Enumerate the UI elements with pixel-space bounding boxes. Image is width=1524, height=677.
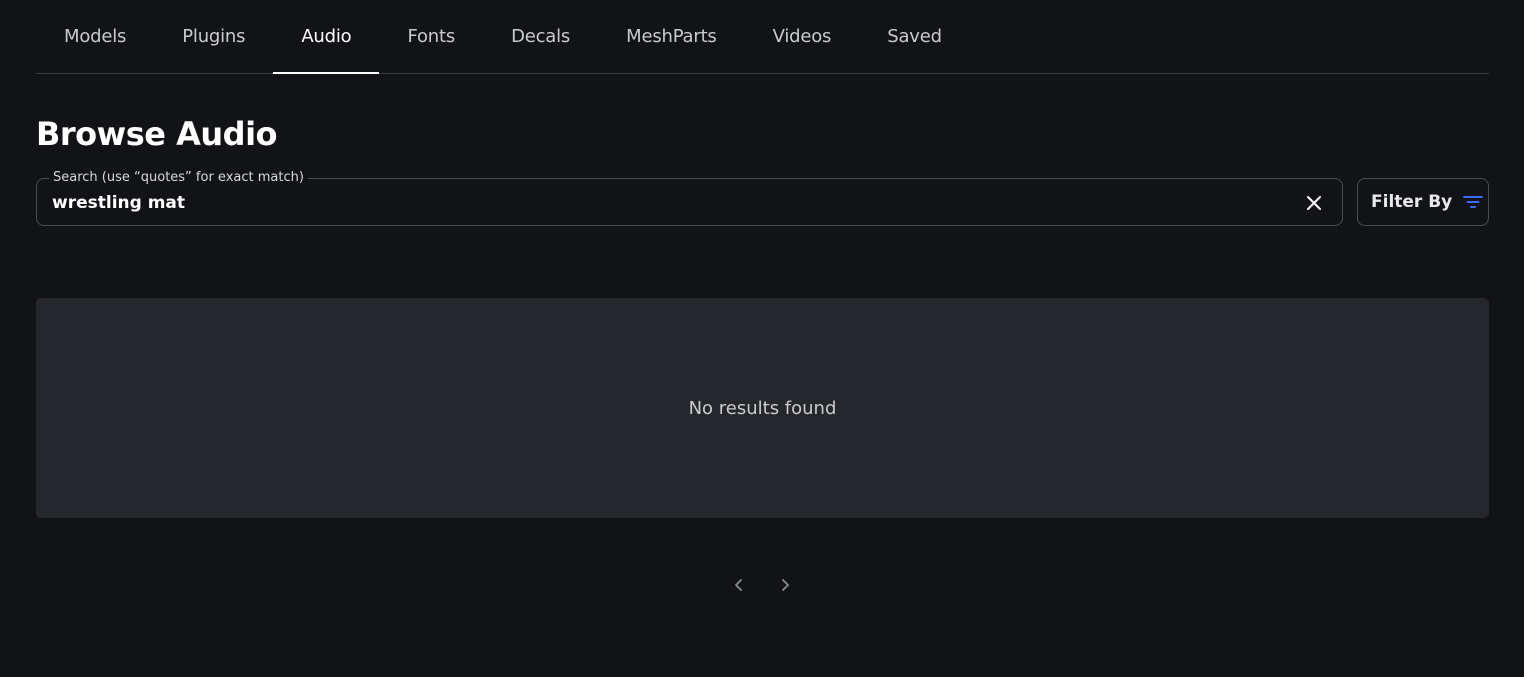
previous-page-button[interactable] — [727, 573, 751, 597]
search-field[interactable]: Search (use “quotes” for exact match) — [36, 170, 1343, 226]
search-label: Search (use “quotes” for exact match) — [49, 170, 308, 186]
filter-icon — [1462, 191, 1484, 213]
tab-decals[interactable]: Decals — [483, 0, 598, 73]
tab-plugins[interactable]: Plugins — [154, 0, 273, 73]
tab-fonts[interactable]: Fonts — [379, 0, 483, 73]
tab-models[interactable]: Models — [36, 0, 154, 73]
filter-by-button[interactable]: Filter By — [1357, 178, 1489, 226]
chevron-left-icon — [735, 579, 742, 591]
category-tabs: Models Plugins Audio Fonts Decals MeshPa… — [36, 0, 1489, 74]
filter-by-label: Filter By — [1371, 192, 1453, 212]
asset-browser-page: Models Plugins Audio Fonts Decals MeshPa… — [0, 0, 1524, 677]
tab-saved[interactable]: Saved — [859, 0, 970, 73]
next-page-button[interactable] — [773, 573, 797, 597]
close-icon — [1307, 196, 1321, 210]
tab-meshparts[interactable]: MeshParts — [598, 0, 745, 73]
no-results-message: No results found — [688, 397, 837, 419]
search-input[interactable] — [52, 191, 1252, 215]
results-panel: No results found — [36, 298, 1489, 518]
tab-videos[interactable]: Videos — [745, 0, 860, 73]
tab-audio[interactable]: Audio — [273, 0, 380, 74]
page-title: Browse Audio — [36, 115, 278, 153]
chevron-right-icon — [782, 579, 789, 591]
clear-search-button[interactable] — [1302, 191, 1326, 215]
